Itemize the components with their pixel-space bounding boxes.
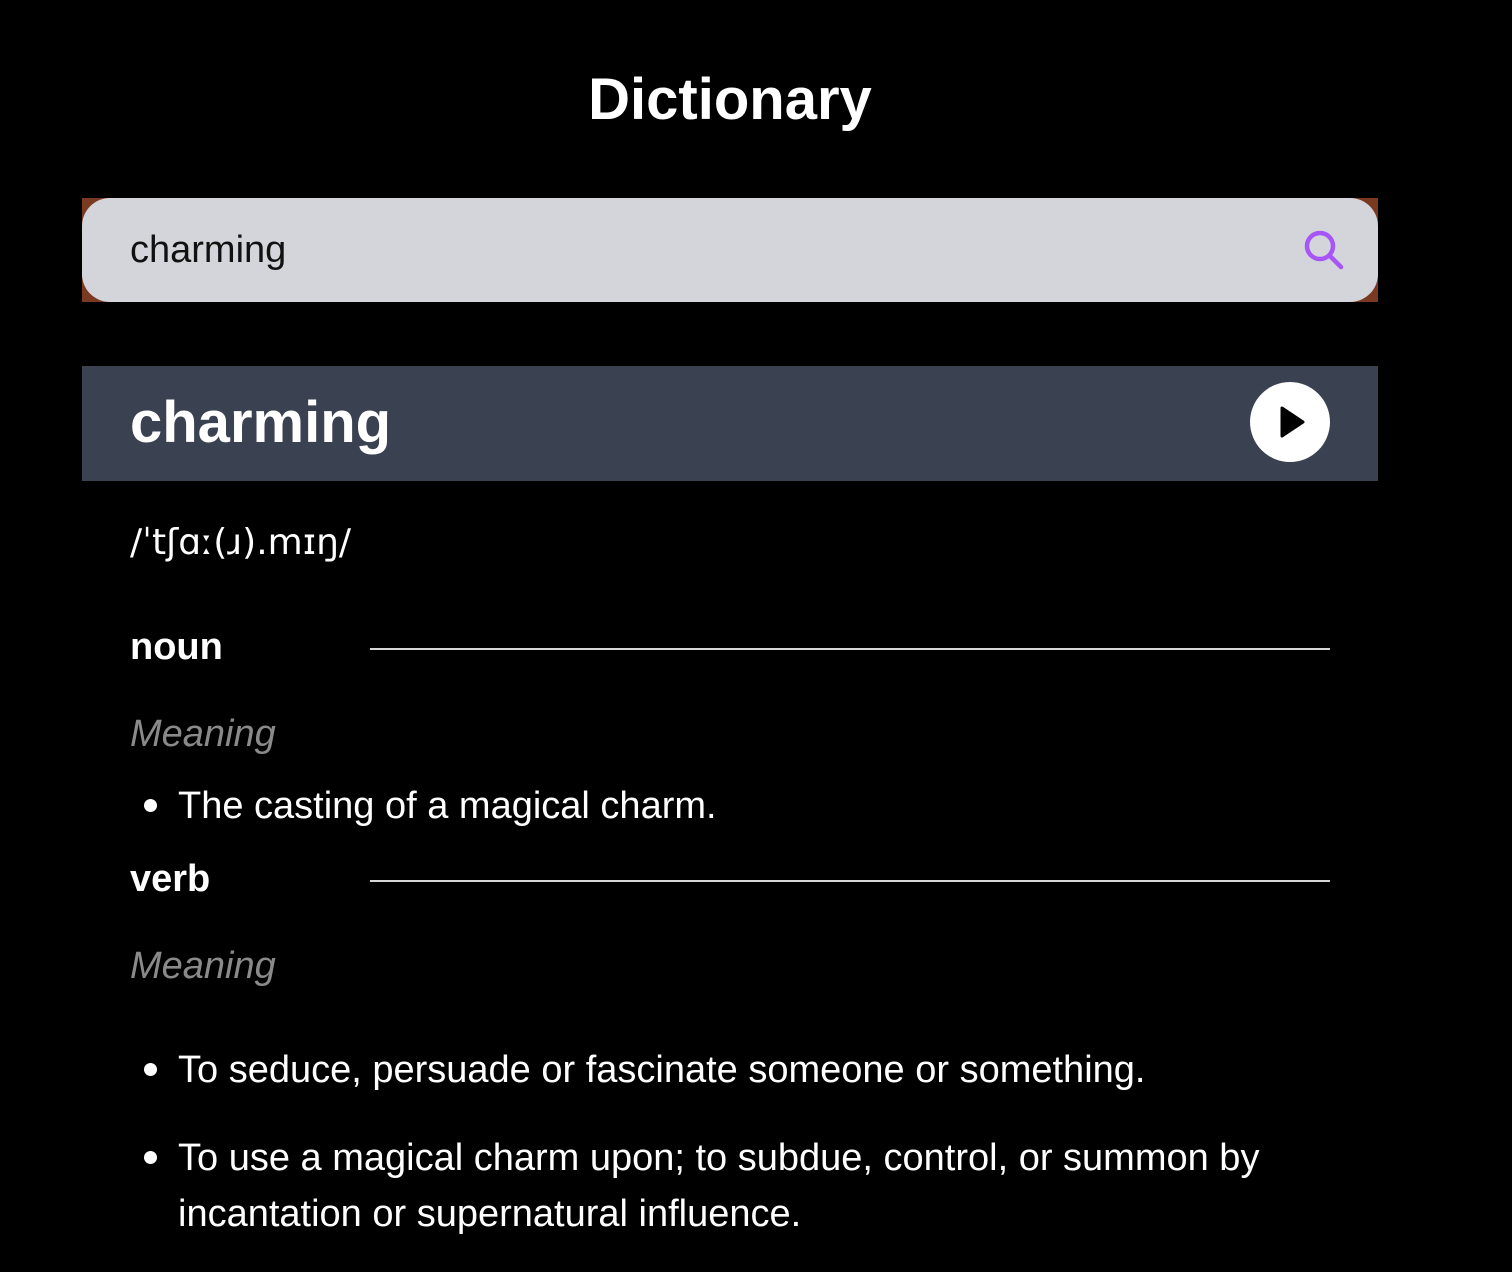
definition-text: To seduce, persuade or fascinate someone… — [178, 1049, 1146, 1091]
bullet — [144, 799, 157, 812]
search-bar — [82, 198, 1378, 302]
page-title: Dictionary — [588, 67, 872, 132]
play-audio-button[interactable] — [1250, 382, 1330, 462]
part-of-speech-label: verb — [130, 858, 211, 900]
bullet — [144, 1151, 157, 1164]
part-of-speech-verb: verb — [130, 854, 1330, 904]
play-icon — [1280, 406, 1305, 438]
meaning-label: Meaning — [130, 713, 276, 755]
search-button[interactable] — [1294, 220, 1354, 280]
definition-item: To seduce, persuade or fascinate someone… — [144, 1042, 1358, 1098]
definition-item: The casting of a magical charm. — [144, 778, 1358, 834]
divider — [370, 880, 1330, 882]
bullet — [144, 1063, 157, 1076]
search-icon — [1304, 230, 1344, 270]
word-header: charming — [82, 366, 1378, 481]
part-of-speech-label: noun — [130, 626, 223, 668]
phonetic-text: /ˈtʃɑː(ɹ).mɪŋ/ — [130, 522, 352, 563]
meaning-label: Meaning — [130, 945, 276, 987]
definition-text: To use a magical charm upon; to subdue, … — [178, 1137, 1260, 1235]
definition-text: The casting of a magical charm. — [178, 785, 717, 827]
definition-item: To use a magical charm upon; to subdue, … — [144, 1130, 1358, 1242]
part-of-speech-noun: noun — [130, 622, 1330, 672]
search-input[interactable] — [130, 224, 1280, 276]
word-title: charming — [130, 390, 392, 455]
search-form — [82, 198, 1378, 302]
divider — [370, 648, 1330, 650]
